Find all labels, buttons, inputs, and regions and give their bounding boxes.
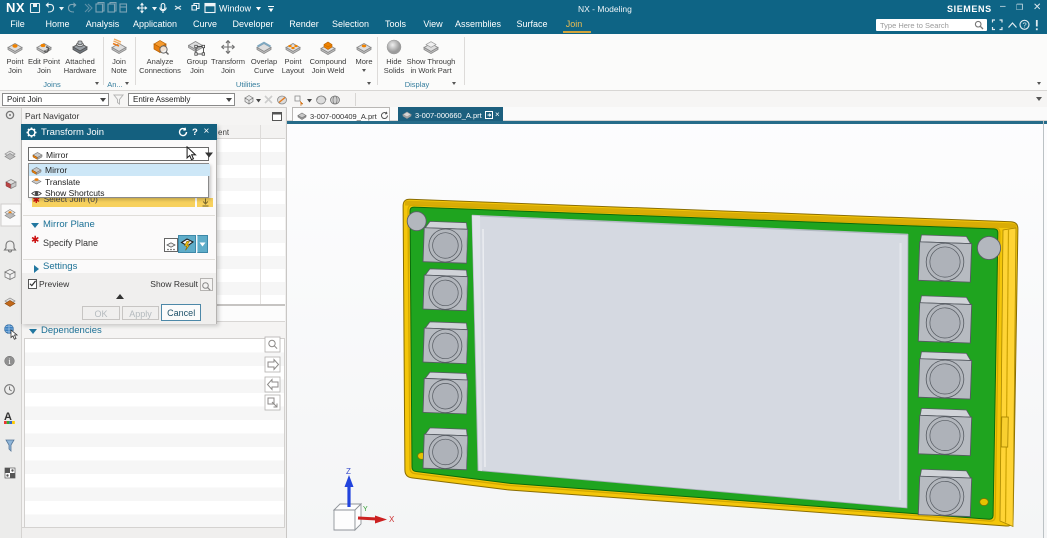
svg-text:X: X	[389, 515, 395, 524]
svg-text:Window: Window	[219, 4, 252, 14]
svg-text:Z: Z	[346, 467, 351, 476]
svg-text:?: ?	[1023, 21, 1027, 30]
svg-text:Y: Y	[363, 506, 368, 513]
